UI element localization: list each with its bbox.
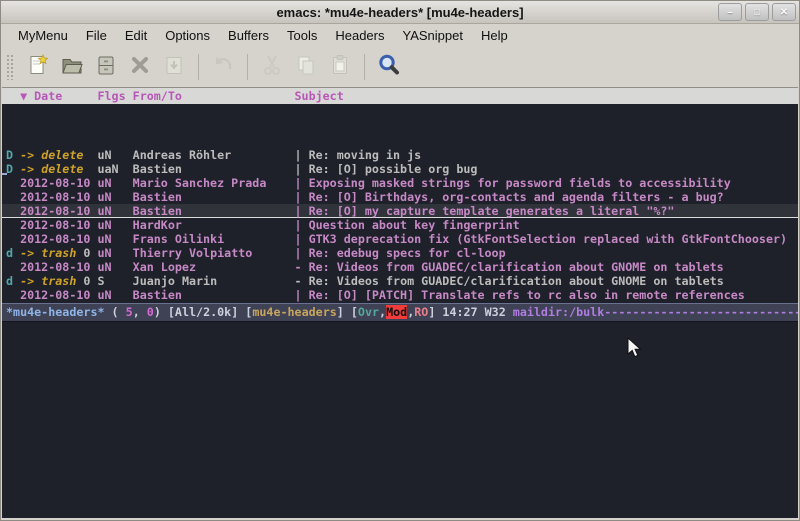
modeline-segment-mod: Mod: [386, 305, 407, 319]
mark-char: D: [6, 162, 20, 176]
menu-buffers[interactable]: Buffers: [219, 25, 278, 46]
new-file-icon: [26, 53, 50, 82]
modeline-segment-dash: ----------------------------------------…: [604, 305, 798, 319]
modeline-segment-plain: ) [All/2.0k] [: [154, 305, 253, 319]
fringe-cursor-mark: [2, 173, 7, 175]
modeline-segment-num: 0: [147, 305, 154, 319]
modeline-segment-dir: maildir:/bulk: [513, 305, 604, 319]
message-row[interactable]: 2012-08-10 uN Bastien | Re: [O] [PATCH] …: [2, 288, 798, 302]
modeline: *mu4e-headers* ( 5, 0) [All/2.0k] [mu4e-…: [2, 303, 798, 322]
mark-action-label: -> trash: [20, 274, 76, 288]
menu-yasnippet[interactable]: YASnippet: [393, 25, 471, 46]
menu-edit[interactable]: Edit: [116, 25, 156, 46]
menu-tools[interactable]: Tools: [278, 25, 326, 46]
message-row[interactable]: 2012-08-10 uN Xan Lopez - Re: Videos fro…: [2, 260, 798, 274]
modeline-segment-plain: (: [105, 305, 126, 319]
message-text: 2012-08-10 uN Mario Sanchez Prada | Expo…: [6, 176, 731, 190]
mark-action-label: -> trash: [20, 246, 76, 260]
message-row[interactable]: 2012-08-10 uN Bastien | Re: [O] my captu…: [2, 204, 798, 218]
search-button[interactable]: [372, 51, 406, 83]
modeline-segment-plain: ] 14:27 W32: [428, 305, 512, 319]
message-row[interactable]: 2012-08-10 uN Bastien | Re: [O] Birthday…: [2, 190, 798, 204]
undo-icon: [211, 53, 235, 82]
modeline-segment-ro: RO: [414, 305, 428, 319]
copy-icon: [294, 53, 318, 82]
mark-action-label: -> delete: [20, 148, 97, 162]
cut-button: [255, 51, 289, 83]
mark-extra: 0: [76, 274, 97, 288]
message-text: uaN Bastien | Re: [O] possible org bug: [97, 162, 477, 176]
toolbar-separator: [364, 54, 365, 80]
minimize-button[interactable]: –: [718, 3, 742, 21]
paste-button: [323, 51, 357, 83]
paste-icon: [328, 53, 352, 82]
menu-file[interactable]: File: [77, 25, 116, 46]
close-button[interactable]: [123, 51, 157, 83]
message-text: 2012-08-10 uN Xan Lopez - Re: Videos fro…: [6, 260, 724, 274]
modeline-segment-num: 5: [126, 305, 133, 319]
message-row[interactable]: 2012-08-10 uN HardKor | Question about k…: [2, 218, 798, 232]
message-text: 2012-08-10 uaN Bastien | Re: [O] Add the…: [6, 302, 682, 303]
mark-char: D: [6, 148, 20, 162]
message-text: 2012-08-10 uN Bastien | Re: [O] my captu…: [6, 204, 674, 218]
message-text: uN Thierry Volpiatto | Re: edebug specs …: [98, 246, 506, 260]
modeline-segment-ovr: Ovr: [358, 305, 379, 319]
message-row[interactable]: D -> delete uN Andreas Röhler | Re: movi…: [2, 148, 798, 162]
toolbar-separator: [198, 54, 199, 80]
message-text: uN Andreas Röhler | Re: moving in js: [97, 148, 421, 162]
headers-column-header[interactable]: ▼ Date Flgs From/To Subject: [2, 88, 798, 104]
message-text: 2012-08-10 uN Bastien | Re: [O] Birthday…: [6, 190, 724, 204]
message-row[interactable]: d -> trash 0 uN Thierry Volpiatto | Re: …: [2, 246, 798, 260]
modeline-segment-buf: *mu4e-headers*: [6, 305, 105, 319]
modeline-segment-mode: mu4e-headers: [252, 305, 336, 319]
message-row[interactable]: D -> delete uaN Bastien | Re: [O] possib…: [2, 162, 798, 176]
maximize-button[interactable]: □: [745, 3, 769, 21]
message-row[interactable]: 2012-08-10 uN Frans Oilinki | GTK3 depre…: [2, 232, 798, 246]
menu-mymenu[interactable]: MyMenu: [9, 25, 77, 46]
copy-button: [289, 51, 323, 83]
message-row[interactable]: 2012-08-10 uaN Bastien | Re: [O] Add the…: [2, 302, 798, 303]
mark-char: d: [6, 274, 20, 288]
titlebar[interactable]: emacs: *mu4e-headers* [mu4e-headers] –□✕: [1, 1, 799, 24]
save-down-button: [157, 51, 191, 83]
menubar: MyMenuFileEditOptionsBuffersToolsHeaders…: [1, 24, 799, 47]
mark-action-label: -> delete: [20, 162, 97, 176]
cut-icon: [260, 53, 284, 82]
menu-help[interactable]: Help: [472, 25, 517, 46]
message-text: 2012-08-10 uN HardKor | Question about k…: [6, 218, 520, 232]
window-buttons: –□✕: [718, 3, 796, 21]
message-text: 2012-08-10 uN Frans Oilinki | GTK3 depre…: [6, 232, 787, 246]
menu-options[interactable]: Options: [156, 25, 219, 46]
message-text: S Juanjo Marin - Re: Videos from GUADEC/…: [98, 274, 724, 288]
close-button[interactable]: ✕: [772, 3, 796, 21]
mark-char: d: [6, 246, 20, 260]
toolbar-grip-handle[interactable]: [6, 54, 14, 80]
frame-border: ▼ Date Flgs From/To Subject D -> delete …: [1, 87, 799, 520]
buffer-area: ▼ Date Flgs From/To Subject D -> delete …: [2, 87, 798, 518]
save-cabinet-button[interactable]: [89, 51, 123, 83]
message-list: D -> delete uN Andreas Röhler | Re: movi…: [2, 104, 798, 303]
undo-button: [206, 51, 240, 83]
emacs-window: emacs: *mu4e-headers* [mu4e-headers] –□✕…: [0, 0, 800, 521]
new-file-button[interactable]: [21, 51, 55, 83]
message-text: 2012-08-10 uN Bastien | Re: [O] [PATCH] …: [6, 288, 745, 302]
mark-extra: 0: [76, 246, 97, 260]
open-folder-button[interactable]: [55, 51, 89, 83]
echo-area[interactable]: [2, 322, 798, 519]
open-folder-icon: [60, 53, 84, 82]
save-down-icon: [162, 53, 186, 82]
message-row[interactable]: d -> trash 0 S Juanjo Marin - Re: Videos…: [2, 274, 798, 288]
search-icon: [376, 52, 402, 83]
menu-headers[interactable]: Headers: [326, 25, 393, 46]
save-cabinet-icon: [94, 53, 118, 82]
modeline-segment-plain: ] [: [337, 305, 358, 319]
toolbar-separator: [247, 54, 248, 80]
close-icon: [128, 53, 152, 82]
window-title: emacs: *mu4e-headers* [mu4e-headers]: [1, 5, 799, 20]
toolbar: [1, 47, 799, 87]
modeline-segment-plain: ,: [133, 305, 147, 319]
message-row[interactable]: 2012-08-10 uN Mario Sanchez Prada | Expo…: [2, 176, 798, 190]
